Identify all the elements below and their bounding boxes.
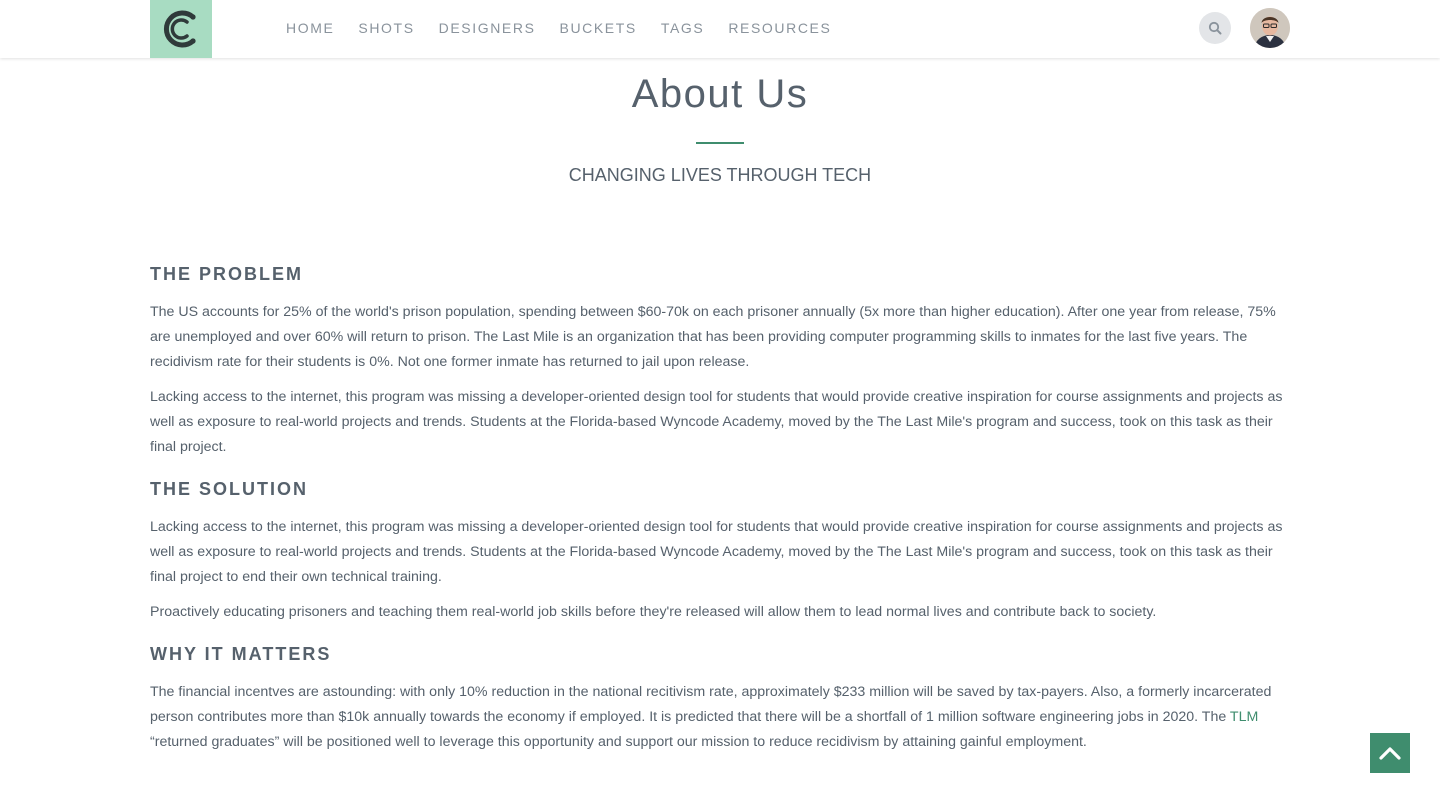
section-heading: WHY IT MATTERS [150,644,332,664]
paragraph: Lacking access to the internet, this pro… [150,519,1283,585]
main-nav: HOME SHOTS DESIGNERS BUCKETS TAGS RESOUR… [286,0,855,56]
search-icon [1208,21,1222,35]
chevron-up-icon [1379,747,1401,760]
paragraph-text: The financial incentves are astounding: … [150,684,1272,725]
nav-shots[interactable]: SHOTS [358,20,414,36]
section-why-it-matters: WHY IT MATTERS The financial incentves a… [150,642,1295,755]
top-navbar: HOME SHOTS DESIGNERS BUCKETS TAGS RESOUR… [0,0,1440,58]
tlm-link[interactable]: TLM [1230,709,1258,725]
paragraph: Proactively educating prisoners and teac… [150,604,1157,620]
paragraph-text: “returned graduates” will be positioned … [150,734,1087,750]
page-subtitle: CHANGING LIVES THROUGH TECH [568,165,872,185]
page-title: About Us [631,72,809,116]
search-button[interactable] [1199,12,1231,44]
section-solution: THE SOLUTION Lacking access to the inter… [150,477,1295,625]
paragraph: The financial incentves are astounding: … [150,680,1295,755]
logo-c-icon [163,10,196,48]
avatar-portrait-icon [1250,8,1290,48]
nav-buckets[interactable]: BUCKETS [560,20,637,36]
back-to-top-button[interactable] [1370,733,1410,773]
title-divider [696,142,744,144]
nav-resources[interactable]: RESOURCES [728,20,831,36]
nav-tags[interactable]: TAGS [661,20,704,36]
section-heading: THE PROBLEM [150,264,304,284]
paragraph: Lacking access to the internet, this pro… [150,389,1283,455]
nav-designers[interactable]: DESIGNERS [439,20,536,36]
user-avatar[interactable] [1250,8,1290,48]
section-heading: THE SOLUTION [150,479,308,499]
nav-home[interactable]: HOME [286,20,334,36]
site-logo[interactable] [150,0,212,58]
paragraph: The US accounts for 25% of the world's p… [150,304,1276,370]
about-content: THE PROBLEM The US accounts for 25% of t… [150,262,1295,765]
section-problem: THE PROBLEM The US accounts for 25% of t… [150,262,1295,460]
